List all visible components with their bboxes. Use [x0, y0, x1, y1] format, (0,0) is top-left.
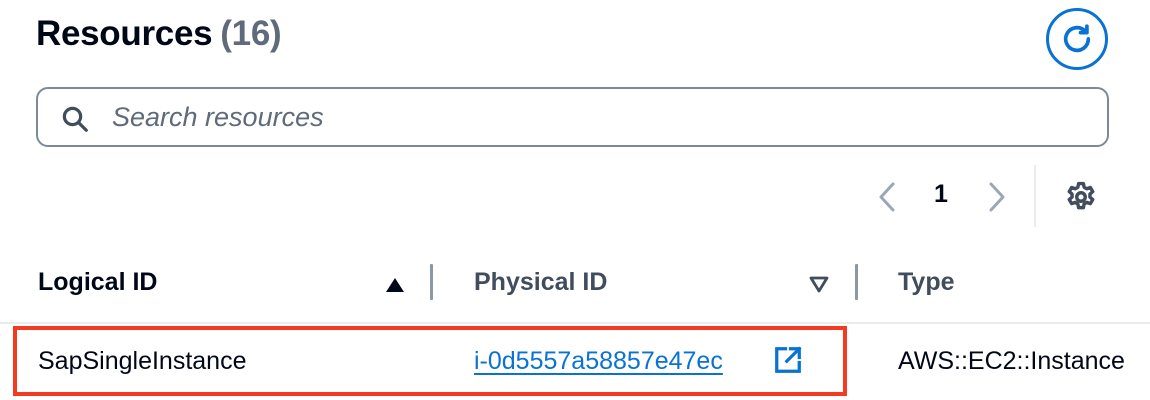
- search-input[interactable]: [110, 97, 1090, 137]
- search-icon: [62, 106, 88, 132]
- pagination-divider: [1034, 165, 1036, 227]
- column-header-physical-id[interactable]: Physical ID: [474, 268, 607, 297]
- column-resize-handle[interactable]: [430, 264, 433, 300]
- table-header-divider: [0, 322, 1150, 324]
- chevron-right-icon: [989, 182, 1005, 212]
- search-box: [36, 87, 1109, 147]
- sort-ascending-icon[interactable]: [383, 272, 407, 296]
- previous-page-button[interactable]: [872, 178, 902, 216]
- next-page-button[interactable]: [982, 178, 1012, 216]
- current-page-number[interactable]: 1: [926, 180, 956, 209]
- page-title: Resources (16): [36, 14, 282, 54]
- column-resize-handle[interactable]: [855, 264, 858, 300]
- table-settings-button[interactable]: [1062, 178, 1100, 216]
- type-cell: AWS::EC2::Instance: [898, 347, 1125, 375]
- resource-count: (16): [220, 14, 282, 53]
- sort-descending-icon[interactable]: [807, 272, 831, 296]
- refresh-button[interactable]: [1046, 8, 1108, 70]
- refresh-icon: [1063, 24, 1091, 53]
- row-highlight-box: [13, 326, 847, 396]
- gear-icon: [1067, 181, 1095, 210]
- title-text: Resources: [36, 14, 213, 53]
- chevron-left-icon: [879, 182, 895, 212]
- column-header-type[interactable]: Type: [898, 268, 955, 297]
- column-header-logical-id[interactable]: Logical ID: [38, 268, 157, 297]
